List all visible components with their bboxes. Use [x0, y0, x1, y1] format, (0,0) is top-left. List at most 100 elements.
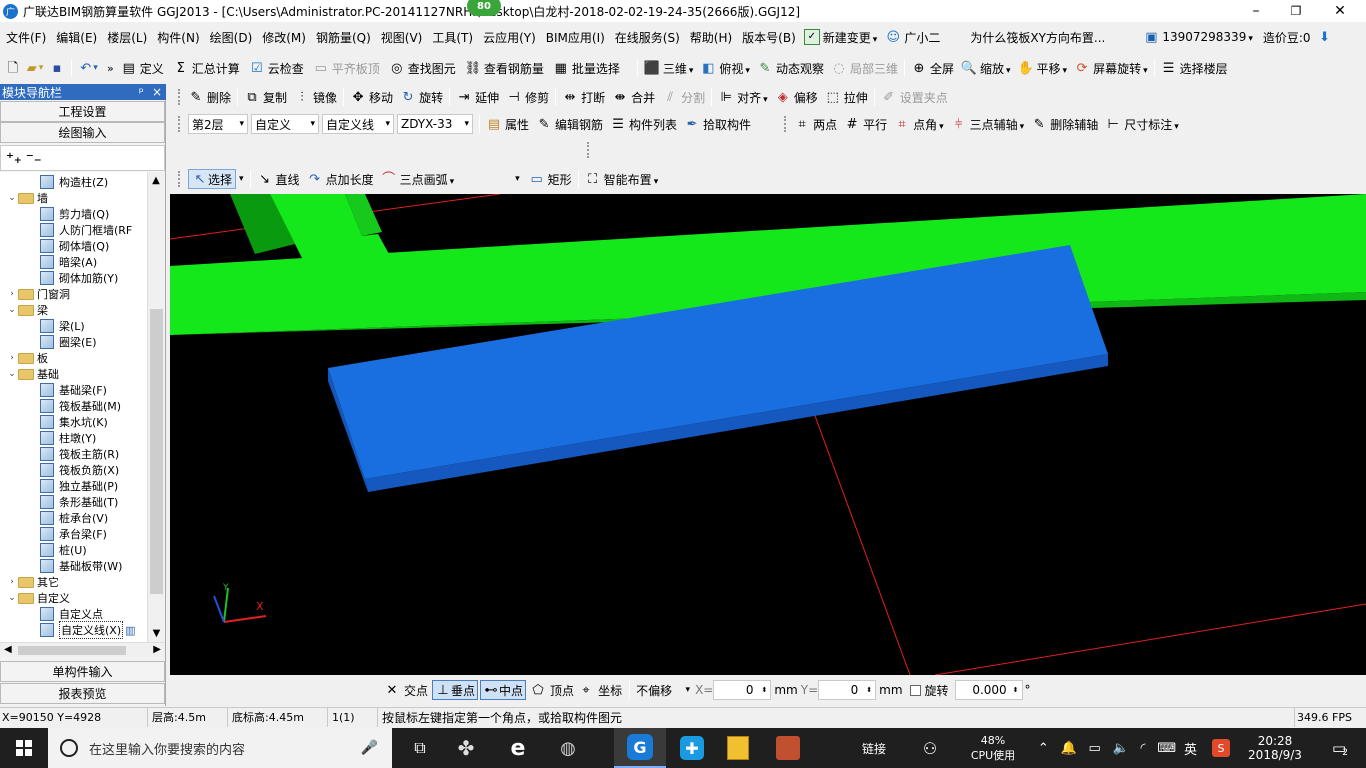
- rect-button[interactable]: 矩形: [548, 171, 572, 188]
- menu-file[interactable]: 文件(F): [6, 29, 46, 46]
- menu-online[interactable]: 在线服务(S): [615, 29, 680, 46]
- component-list-button[interactable]: 构件列表: [629, 116, 677, 133]
- ime-indicator[interactable]: 英: [1184, 728, 1204, 768]
- toolbar-grip[interactable]: [178, 89, 182, 105]
- y-input[interactable]: 0 ⬍: [818, 680, 877, 700]
- component-name-select[interactable]: ZDYX-33 ▾: [397, 114, 473, 134]
- batch-select-button[interactable]: 批量选择: [572, 60, 620, 77]
- menu-edit[interactable]: 编辑(E): [56, 29, 97, 46]
- menu-help[interactable]: 帮助(H): [690, 29, 732, 46]
- smart-layout-button[interactable]: 智能布置: [604, 171, 659, 188]
- x-input[interactable]: 0 ⬍: [713, 680, 772, 700]
- snap-mid[interactable]: ⊷ 中点: [480, 680, 527, 700]
- task-view-icon[interactable]: ⧉: [400, 728, 440, 768]
- zoom-button[interactable]: 缩放: [980, 60, 1011, 77]
- tree-item[interactable]: 人防门框墙(RF: [40, 222, 132, 238]
- tree-item[interactable]: 构造柱(Z): [40, 174, 108, 190]
- cloud-check-button[interactable]: 云检查: [268, 60, 304, 77]
- tree-item[interactable]: › 门窗洞: [6, 286, 70, 302]
- rotate-input[interactable]: 0.000 ⬍: [954, 680, 1023, 700]
- tree-item[interactable]: 圈梁(E): [40, 334, 97, 350]
- select-tool-button[interactable]: ↖ 选择: [188, 169, 237, 189]
- copy-button[interactable]: 复制: [263, 89, 287, 106]
- tree-item[interactable]: 砌体加筋(Y): [40, 270, 118, 286]
- chevron-down-icon[interactable]: ⌄: [6, 369, 18, 379]
- score-badge[interactable]: 80: [467, 0, 501, 16]
- toolbar-grip[interactable]: [587, 142, 591, 158]
- tree-item[interactable]: › 其它: [6, 574, 59, 590]
- tree-item[interactable]: 独立基础(P): [40, 478, 118, 494]
- edit-rebar-button[interactable]: 编辑钢筋: [555, 116, 603, 133]
- sogou-icon[interactable]: S: [1212, 728, 1234, 768]
- align-button[interactable]: 对齐: [737, 89, 768, 106]
- notification-bell-icon[interactable]: 🔔: [1061, 741, 1077, 756]
- local3d-button[interactable]: 局部三维: [850, 60, 898, 77]
- pan-button[interactable]: 平移: [1037, 60, 1068, 77]
- tree-item[interactable]: 梁(L): [40, 318, 85, 334]
- tree-item[interactable]: 条形基础(T): [40, 494, 118, 510]
- start-button[interactable]: [0, 728, 48, 768]
- view3d-button[interactable]: 三维: [663, 60, 694, 77]
- tree-item[interactable]: 基础板带(W): [40, 558, 122, 574]
- type-select[interactable]: 自定义线 ▾: [322, 114, 394, 134]
- single-component-input-button[interactable]: 单构件输入: [0, 661, 165, 682]
- new-file-icon[interactable]: 🗋: [5, 60, 21, 76]
- menu-cloud[interactable]: 云应用(Y): [483, 29, 536, 46]
- scroll-right-arrow[interactable]: ▶: [153, 644, 161, 655]
- clock[interactable]: 20:28 2018/9/3: [1240, 728, 1310, 768]
- taskbar-notes-icon[interactable]: [718, 728, 758, 768]
- point-angle-button[interactable]: 点角: [913, 116, 944, 133]
- plan-view-button[interactable]: 俯视: [719, 60, 750, 77]
- scroll-left-arrow[interactable]: ◀: [4, 644, 12, 655]
- minimize-button[interactable]: –: [1236, 0, 1276, 22]
- scroll-down-arrow[interactable]: ▼: [148, 625, 165, 642]
- rotate-checkbox[interactable]: [909, 684, 921, 696]
- tree-item[interactable]: 剪力墙(Q): [40, 206, 109, 222]
- merge-button[interactable]: 合并: [631, 89, 655, 106]
- assistant-button[interactable]: 广小二: [904, 29, 940, 46]
- toolbar-grip[interactable]: [178, 171, 182, 187]
- chevron-right-icon[interactable]: ›: [6, 577, 18, 587]
- tree-item[interactable]: 桩承台(V): [40, 510, 108, 526]
- tree-item[interactable]: ⌄ 自定义: [6, 590, 70, 606]
- menu-view[interactable]: 视图(V): [381, 29, 423, 46]
- nav-close-icon[interactable]: ×: [152, 85, 162, 99]
- taskbar-glodon-icon[interactable]: G: [614, 728, 666, 768]
- hscroll-thumb[interactable]: [18, 646, 126, 655]
- tree-item[interactable]: ⌄ 梁: [6, 302, 48, 318]
- extend-button[interactable]: 延伸: [475, 89, 499, 106]
- menu-version[interactable]: 版本号(B): [742, 29, 796, 46]
- tree-item[interactable]: 暗梁(A): [40, 254, 97, 270]
- battery-icon[interactable]: ▭: [1089, 741, 1101, 756]
- tree-item[interactable]: › 板: [6, 350, 48, 366]
- chevron-down-icon[interactable]: ⌄: [6, 305, 18, 315]
- tree-item[interactable]: 筏板负筋(X): [40, 462, 119, 478]
- align-top-button[interactable]: 平齐板顶: [332, 60, 380, 77]
- search-box[interactable]: 在这里输入你要搜索的内容 🎤: [48, 728, 392, 768]
- taskbar-app-plus-icon[interactable]: ✚: [672, 728, 712, 768]
- action-center-icon[interactable]: ▭ 2: [1320, 728, 1360, 768]
- viewport-3d[interactable]: X Y: [170, 194, 1366, 675]
- report-preview-button[interactable]: 报表预览: [0, 683, 165, 704]
- line-button[interactable]: 直线: [276, 171, 300, 188]
- taskbar-app-fan-icon[interactable]: ✤: [446, 728, 486, 768]
- dynamic-view-button[interactable]: 动态观察: [776, 60, 824, 77]
- taskbar-app-icon[interactable]: ◍: [548, 728, 588, 768]
- menu-floor[interactable]: 楼层(L): [107, 29, 147, 46]
- drawing-input-button[interactable]: 绘图输入: [0, 122, 165, 143]
- menu-component[interactable]: 构件(N): [157, 29, 199, 46]
- snap-perp[interactable]: ⊥ 垂点: [432, 680, 479, 700]
- tree-scrollbar[interactable]: ▲ ▼: [147, 172, 164, 642]
- offset-mode-select[interactable]: 不偏移 ▾: [633, 680, 693, 700]
- delete-button[interactable]: 删除: [207, 89, 231, 106]
- chevron-down-icon[interactable]: ⌄: [6, 193, 18, 203]
- wifi-icon[interactable]: ◜: [1141, 741, 1146, 756]
- tree-item[interactable]: 基础梁(F): [40, 382, 107, 398]
- taskbar-edge-icon[interactable]: e: [498, 728, 538, 768]
- download-icon[interactable]: ⬇: [1317, 29, 1333, 45]
- menu-tools[interactable]: 工具(T): [432, 29, 473, 46]
- tree-item[interactable]: 自定义点: [40, 606, 103, 622]
- mirror-button[interactable]: 镜像: [313, 89, 337, 106]
- project-settings-button[interactable]: 工程设置: [0, 101, 165, 122]
- pin-icon[interactable]: ᵖ: [139, 85, 144, 99]
